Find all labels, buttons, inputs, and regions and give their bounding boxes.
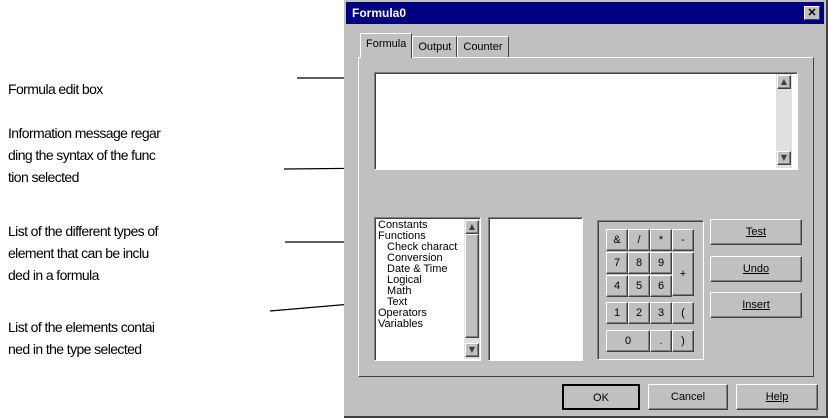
key-2[interactable]: 2 [628,302,650,324]
undo-button[interactable]: Undo [710,256,802,282]
callout-type-line-1: List of the different types of [8,223,158,239]
undo-button-label: Undo [742,263,770,275]
key-3[interactable]: 3 [650,302,672,324]
close-icon: ✕ [807,7,817,19]
key-0[interactable]: 0 [606,330,650,352]
callout-type-list: List of the different types of element t… [8,220,158,286]
callout-edit-box-line: Formula edit box [8,81,103,97]
close-button[interactable]: ✕ [804,6,820,20]
formula-edit-box[interactable] [374,72,798,170]
key-decimal[interactable]: . [650,330,672,352]
key-7[interactable]: 7 [606,252,628,274]
callout-type-line-2: element that can be inclu [8,245,149,261]
title-bar: Formula0 ✕ [346,2,824,24]
test-button[interactable]: Test [710,219,802,245]
type-list-scrollbar[interactable]: ▲ ▼ [464,219,480,359]
type-scroll-down-arrow-icon[interactable]: ▼ [465,343,479,357]
callout-info-line-2: ding the syntax of the func [8,147,156,163]
element-list[interactable] [488,217,583,361]
callout-edit-box: Formula edit box [8,78,103,100]
key-ampersand[interactable]: & [606,229,628,251]
callout-element-line-1: List of the elements contai [8,319,155,335]
window-title: Formula0 [352,6,407,20]
key-8[interactable]: 8 [628,252,650,274]
key-9[interactable]: 9 [650,252,672,274]
key-6[interactable]: 6 [650,275,672,297]
key-1[interactable]: 1 [606,302,628,324]
test-button-label: Test [745,226,767,238]
formula-scrollbar[interactable]: ▲ ▼ [776,74,792,168]
key-divide[interactable]: / [628,229,650,251]
callout-info-line-1: Information message regar [8,125,161,141]
cancel-button[interactable]: Cancel [648,384,728,410]
tab-strip: Formula Output Counter [360,33,509,58]
callout-info-message: Information message regar ding the synta… [8,122,161,188]
insert-button-label: Insert [742,299,770,311]
key-close-paren[interactable]: ) [672,330,694,352]
tab-counter[interactable]: Counter [457,36,509,58]
scroll-up-arrow-icon[interactable]: ▲ [777,75,791,89]
help-button-label: Help [765,391,789,403]
ok-button-label: OK [593,392,609,404]
callout-element-line-2: ned in the type selected [8,341,142,357]
key-multiply[interactable]: * [650,229,672,251]
scroll-down-arrow-icon[interactable]: ▼ [777,151,791,165]
callout-element-list: List of the elements contai ned in the t… [8,316,155,360]
cancel-button-label: Cancel [670,391,706,403]
tab-output[interactable]: Output [412,36,458,58]
tab-formula[interactable]: Formula [360,33,413,58]
callout-type-line-3: ded in a formula [8,267,99,283]
key-4[interactable]: 4 [606,275,628,297]
insert-button[interactable]: Insert [710,292,802,318]
help-button[interactable]: Help [736,384,818,410]
type-scroll-up-arrow-icon[interactable]: ▲ [465,220,479,234]
callout-info-line-3: tion selected [8,169,79,185]
key-5[interactable]: 5 [628,275,650,297]
type-scroll-thumb[interactable] [465,234,479,338]
key-minus[interactable]: - [672,229,694,251]
key-open-paren[interactable]: ( [672,302,694,324]
ok-button[interactable]: OK [562,384,640,410]
key-plus[interactable]: + [672,252,694,296]
